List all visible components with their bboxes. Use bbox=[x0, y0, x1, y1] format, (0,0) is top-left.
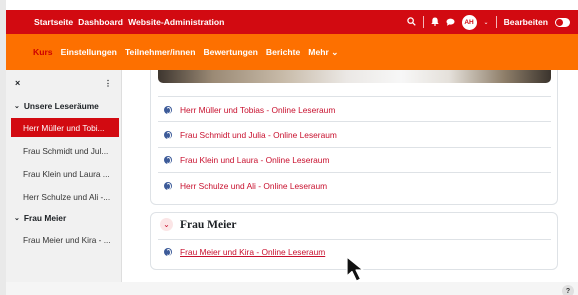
tab-einstellungen[interactable]: Einstellungen bbox=[61, 47, 117, 58]
activity-link[interactable]: Frau Meier und Kira - Online Leseraum bbox=[180, 247, 325, 257]
navbar-actions: AH ⌄ Bearbeiten bbox=[406, 10, 570, 34]
row-divider bbox=[158, 96, 551, 97]
activity-link[interactable]: Herr Schulze und Ali - Online Leseraum bbox=[180, 181, 327, 191]
activity-link[interactable]: Herr Müller und Tobias - Online Leseraum bbox=[180, 105, 335, 115]
search-icon[interactable] bbox=[406, 13, 416, 31]
section-title: Unsere Leseräume bbox=[23, 101, 99, 111]
edit-mode-toggle[interactable] bbox=[555, 17, 570, 27]
tab-berichte[interactable]: Berichte bbox=[266, 47, 300, 58]
sidebar-item-schulze-ali[interactable]: Herr Schulze und Ali -... bbox=[6, 185, 121, 208]
primary-navigation: Startseite Dashboard Website-Administrat… bbox=[34, 17, 224, 27]
notifications-bell-icon[interactable] bbox=[430, 13, 439, 31]
activity-link[interactable]: Frau Schmidt und Julia - Online Leseraum bbox=[180, 130, 337, 140]
row-divider bbox=[158, 121, 551, 122]
activity-mueller-tobias[interactable]: Herr Müller und Tobias - Online Leseraum bbox=[164, 105, 335, 115]
course-navigation: Kurs Einstellungen Teilnehmer/innen Bewe… bbox=[6, 34, 578, 70]
activity-link[interactable]: Frau Klein und Laura - Online Leseraum bbox=[180, 155, 329, 165]
section-unsere-leseraeume[interactable]: ⌄ Unsere Leseräume bbox=[6, 96, 121, 116]
globe-icon bbox=[164, 106, 172, 114]
chevron-down-icon: ⌄ bbox=[331, 46, 339, 57]
top-navbar: Startseite Dashboard Website-Administrat… bbox=[6, 10, 578, 34]
tab-kurs[interactable]: Kurs bbox=[33, 47, 53, 58]
activity-schmidt-julia[interactable]: Frau Schmidt und Julia - Online Leseraum bbox=[164, 130, 337, 140]
globe-icon bbox=[164, 182, 172, 190]
sidebar-item-mueller-tobias[interactable]: Herr Müller und Tobi... bbox=[11, 118, 119, 137]
chevron-down-icon[interactable]: ⌄ bbox=[484, 19, 489, 26]
row-divider bbox=[158, 239, 551, 240]
section-title: Frau Meier bbox=[23, 213, 67, 223]
sidebar-item-meier-kira[interactable]: Frau Meier und Kira - ... bbox=[6, 228, 121, 251]
row-divider bbox=[158, 147, 551, 148]
sidebar-item-klein-laura[interactable]: Frau Klein und Laura ... bbox=[6, 162, 121, 185]
page-footer bbox=[6, 282, 578, 295]
edit-mode-label: Bearbeiten bbox=[503, 17, 548, 27]
globe-icon bbox=[164, 131, 172, 139]
nav-website-administration[interactable]: Website-Administration bbox=[128, 17, 224, 27]
messages-chat-icon[interactable] bbox=[446, 13, 455, 31]
nav-dashboard[interactable]: Dashboard bbox=[78, 17, 123, 27]
sidebar-item-schmidt-julia[interactable]: Frau Schmidt und Jul... bbox=[6, 139, 121, 162]
section-header-frau-meier[interactable]: ⌄ Frau Meier bbox=[160, 218, 237, 231]
mouse-pointer-icon bbox=[346, 256, 374, 289]
navbar-divider bbox=[422, 16, 424, 28]
globe-icon bbox=[164, 156, 172, 164]
globe-icon bbox=[164, 248, 172, 256]
close-icon[interactable]: × bbox=[15, 78, 20, 88]
section-heading: Frau Meier bbox=[180, 218, 237, 231]
activity-klein-laura[interactable]: Frau Klein und Laura - Online Leseraum bbox=[164, 155, 329, 165]
tab-teilnehmer[interactable]: Teilnehmer/innen bbox=[125, 47, 196, 58]
activity-meier-kira[interactable]: Frau Meier und Kira - Online Leseraum bbox=[164, 247, 325, 257]
chevron-down-icon[interactable]: ⌄ bbox=[14, 214, 20, 222]
more-options-icon[interactable]: ⋮ bbox=[104, 79, 112, 88]
row-divider bbox=[158, 172, 551, 173]
drawer-header: × ⋮ bbox=[6, 70, 121, 96]
nav-startseite[interactable]: Startseite bbox=[34, 17, 73, 27]
user-avatar[interactable]: AH bbox=[461, 14, 477, 30]
section-frau-meier[interactable]: ⌄ Frau Meier bbox=[6, 208, 121, 228]
tab-mehr[interactable]: Mehr ⌄ bbox=[308, 47, 338, 58]
tab-mehr-label: Mehr bbox=[308, 46, 329, 57]
help-button[interactable]: ? bbox=[562, 285, 574, 295]
navbar-divider bbox=[495, 16, 497, 28]
collapse-chevron-icon[interactable]: ⌄ bbox=[160, 218, 173, 231]
course-index-drawer: × ⋮ ⌄ Unsere Leseräume Herr Müller und T… bbox=[6, 70, 122, 295]
tab-bewertungen[interactable]: Bewertungen bbox=[203, 47, 257, 58]
section-banner-image bbox=[158, 70, 551, 83]
chevron-down-icon[interactable]: ⌄ bbox=[14, 102, 20, 110]
activity-schulze-ali[interactable]: Herr Schulze und Ali - Online Leseraum bbox=[164, 181, 327, 191]
